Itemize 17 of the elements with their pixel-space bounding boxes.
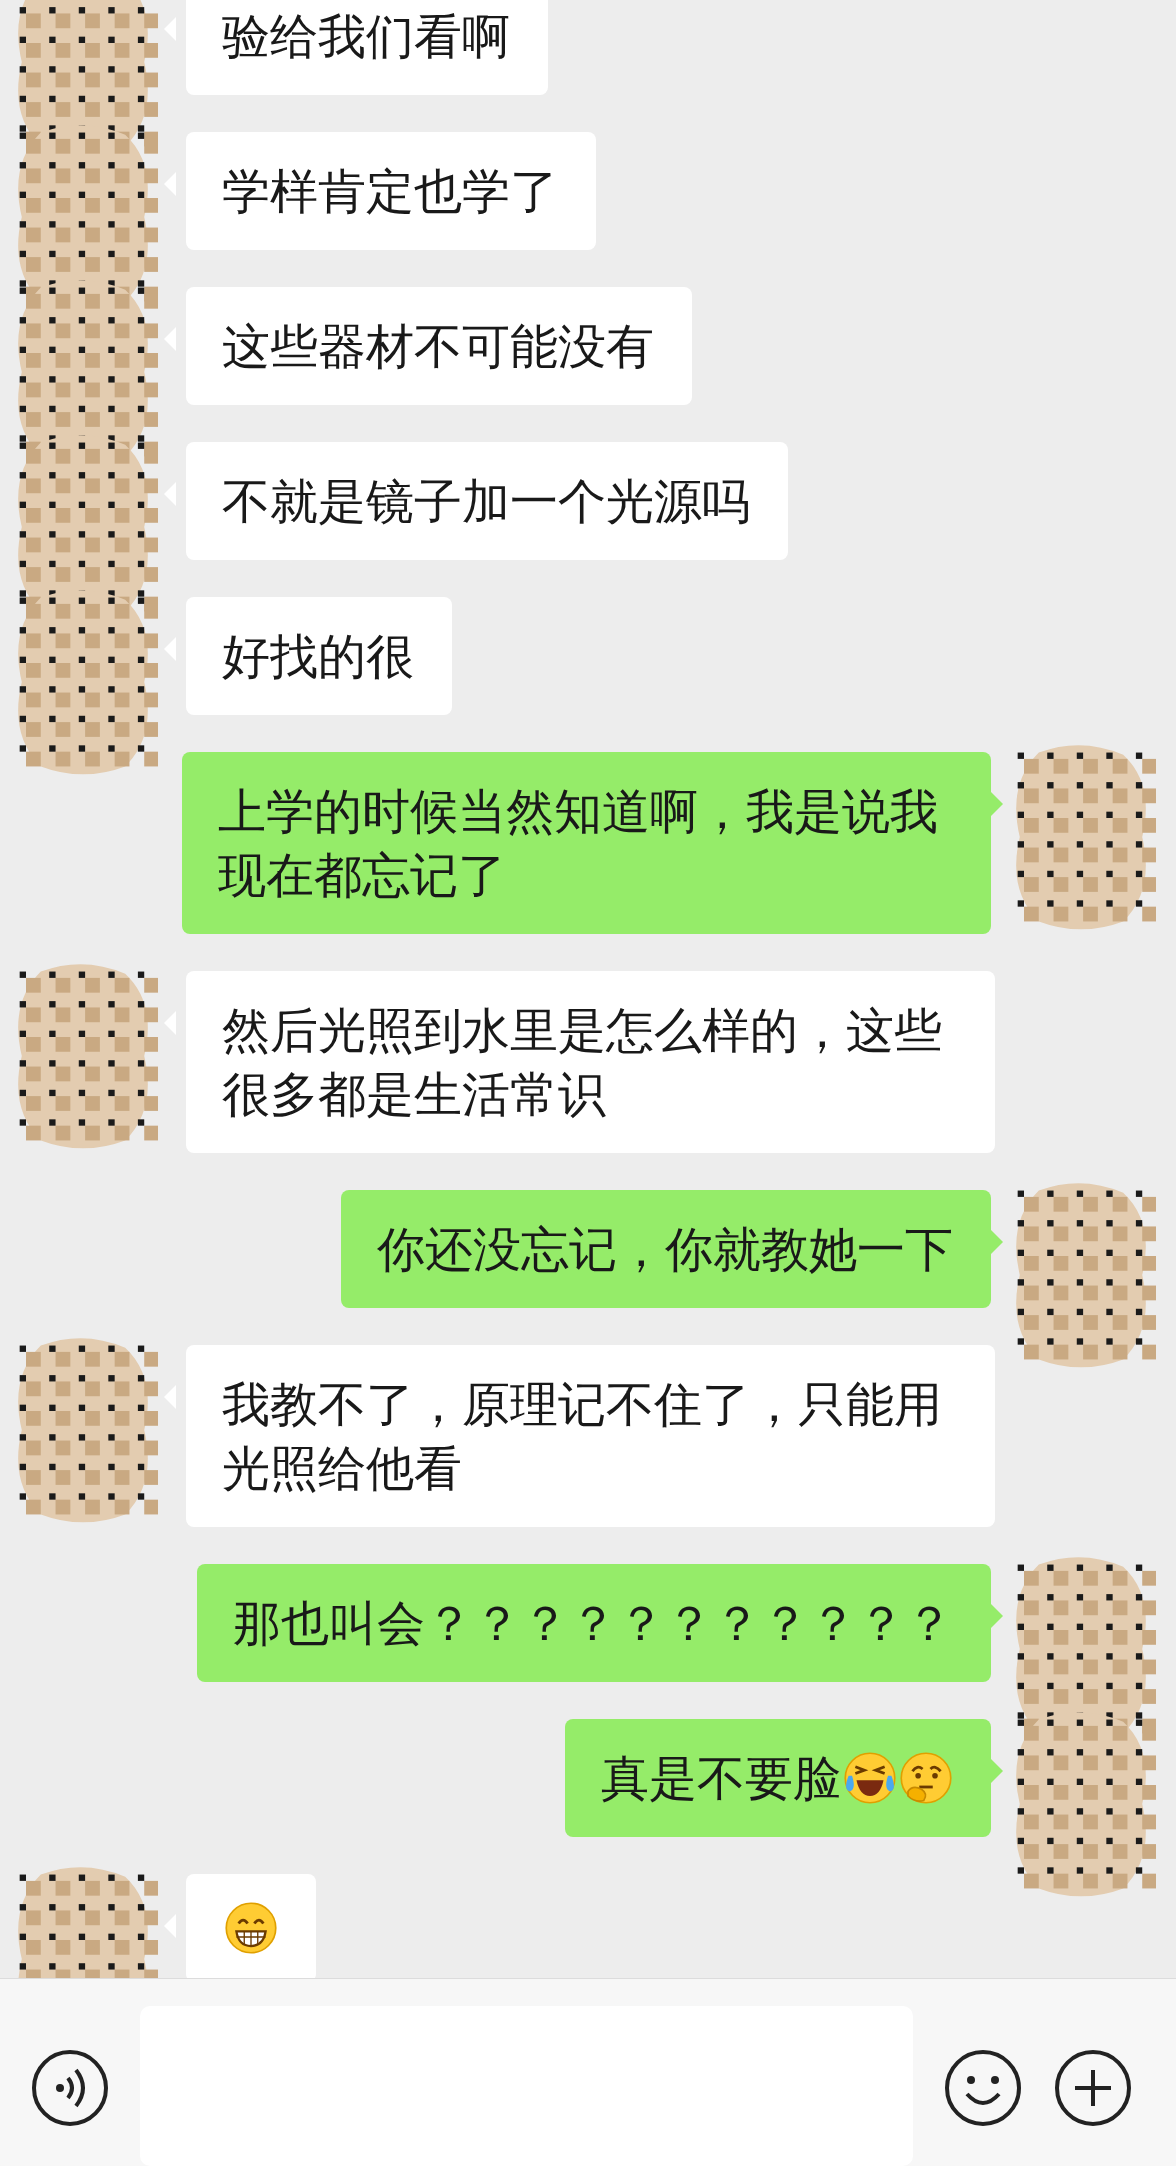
message-text: 那也叫会？？？？？？？？？？？ (233, 1594, 953, 1653)
message-text: 上学的时候当然知道啊，我是说我现在都忘记了 (218, 782, 939, 905)
message-text: 然后光照到水里是怎么样的，这些很多都是生活常识 (222, 1001, 943, 1124)
message-text: 你还没忘记，你就教她一下 (377, 1220, 953, 1279)
voice-icon[interactable] (30, 2048, 110, 2128)
message-text: 不就是镜子加一个光源吗 (222, 472, 750, 531)
message-text: 真是不要脸 (601, 1749, 841, 1808)
grinning-face-icon (224, 1901, 278, 1955)
message-text: 验给我们看啊 (222, 7, 510, 66)
message-text: 好找的很 (222, 627, 414, 686)
message-text: 我教不了，原理记不住了，只能用光照给他看 (222, 1375, 943, 1498)
message-text: 这些器材不可能没有 (222, 317, 654, 376)
thinking-face-icon (899, 1751, 953, 1805)
message-text: 学样肯定也学了 (222, 162, 558, 221)
plus-icon[interactable] (1053, 2048, 1133, 2128)
laughing-face-icon (843, 1751, 897, 1805)
emoji-icon[interactable] (943, 2048, 1023, 2128)
